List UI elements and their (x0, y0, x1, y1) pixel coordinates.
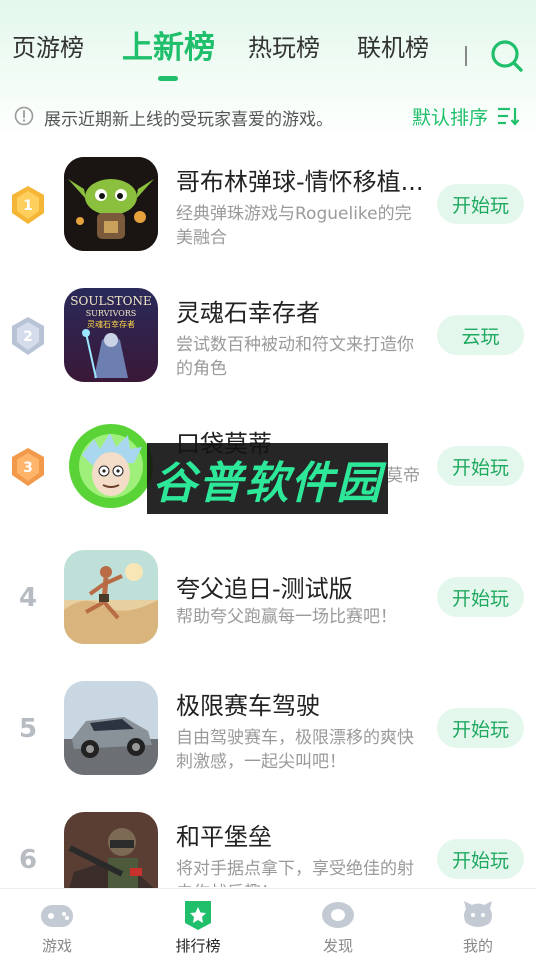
nav-label: 我的 (462, 937, 493, 955)
soulstone-logo-text: SOULSTONE (70, 294, 151, 308)
silver-medal-icon: 2 (12, 317, 44, 355)
play-button[interactable]: 开始玩 (437, 708, 524, 748)
game-title: 灵魂石幸存者 (176, 299, 320, 327)
ranking-icon (185, 901, 211, 930)
game-description: 将对手据点拿下，享受绝佳的射击作战乐趣！ (176, 859, 414, 887)
rank-number: 5 (18, 714, 38, 744)
rank-number: 6 (18, 845, 38, 875)
nav-label: 发现 (322, 937, 353, 955)
rank-number: 4 (18, 583, 38, 613)
play-button[interactable]: 开始玩 (437, 839, 524, 879)
nav-label: 游戏 (41, 937, 72, 955)
rank-number: 2 (23, 329, 33, 345)
goblin-icon[interactable] (64, 157, 158, 251)
play-button[interactable]: 开始玩 (437, 446, 524, 486)
game-description: 莫帝 (386, 466, 420, 486)
info-text: 展示近期新上线的受玩家喜爱的游戏。 (44, 110, 333, 130)
game-title: 极限赛车驾驶 (176, 692, 320, 720)
discover-icon (322, 902, 354, 928)
nav-item-profile[interactable]: 我的 (438, 893, 518, 955)
game-row[interactable]: 2 SOULSTONE SURVIVORS 灵魂石幸存者 灵魂石幸存者 尝试数百… (0, 281, 536, 411)
play-button[interactable]: 开始玩 (437, 184, 524, 224)
bronze-medal-icon: 3 (12, 448, 44, 486)
tab-multiplayer-games[interactable]: 联机榜 (357, 28, 429, 63)
sort-label: 默认排序 (412, 106, 489, 129)
nav-item-ranking[interactable]: 排行榜 (158, 893, 238, 955)
game-title: 和平堡垒 (176, 823, 272, 851)
game-row[interactable]: 5 极限赛车驾驶 自由驾驶赛车，极限漂移的爽快刺激感，一起尖叫吧！ 开始玩 (0, 674, 536, 804)
game-description: 尝试数百种被动和符文来打造你的角色 (176, 335, 414, 379)
cloud-play-button[interactable]: 云玩 (437, 315, 524, 355)
watermark-text: 谷普软件园 (152, 457, 383, 509)
rank-number: 3 (23, 460, 33, 476)
soulstone-logo-cn: 灵魂石幸存者 (87, 319, 135, 329)
ranking-tabs: 页游榜 上新榜 热玩榜 联机榜 (0, 14, 536, 81)
game-description: 帮助夸父跑赢每一场比赛吧！ (176, 607, 397, 627)
tab-hot-games[interactable]: 热玩榜 (248, 28, 320, 63)
search-icon[interactable] (490, 39, 524, 73)
info-row: 展示近期新上线的受玩家喜爱的游戏。 默认排序 (0, 100, 536, 134)
nav-item-discover[interactable]: 发现 (298, 893, 378, 955)
gamepad-icon (41, 905, 73, 927)
rank-number: 1 (23, 198, 33, 214)
sort-button[interactable]: 默认排序 (412, 102, 520, 130)
tab-web-games[interactable]: 页游榜 (12, 28, 84, 63)
info-icon (14, 106, 34, 126)
active-tab-indicator (158, 76, 178, 81)
tab-new-games[interactable]: 上新榜 (122, 22, 215, 67)
car-icon[interactable] (64, 681, 158, 775)
rick-icon[interactable] (64, 419, 158, 513)
nav-item-games[interactable]: 游戏 (17, 893, 97, 955)
game-description: 经典弹珠游戏与Roguelike的完美融合 (176, 204, 412, 248)
bottom-navigation: 游戏 排行榜 发现 我的 (0, 888, 536, 957)
game-description: 自由驾驶赛车，极限漂移的爽快刺激感，一起尖叫吧！ (176, 728, 414, 772)
game-title: 夸父追日-测试版 (176, 575, 353, 603)
watermark: 谷普软件园 (147, 443, 388, 514)
profile-avatar-icon (464, 901, 492, 927)
soulstone-logo-subtext: SURVIVORS (86, 309, 137, 318)
gold-medal-icon: 1 (12, 186, 44, 224)
tab-divider (465, 46, 467, 66)
runner-icon[interactable] (64, 550, 158, 644)
soulstone-icon[interactable]: SOULSTONE SURVIVORS 灵魂石幸存者 (64, 288, 158, 382)
play-button[interactable]: 开始玩 (437, 577, 524, 617)
game-row[interactable]: 4 夸父追日-测试版 帮助夸父跑赢每一场比赛吧！ 开始玩 (0, 543, 536, 673)
game-title: 哥布林弹球-情怀移植... (176, 168, 424, 196)
sort-icon (498, 107, 520, 126)
nav-label: 排行榜 (175, 937, 221, 955)
game-row[interactable]: 1 哥布林弹球-情怀移植... 经典弹珠游戏与Roguelike的完美融合 开始… (0, 150, 536, 280)
